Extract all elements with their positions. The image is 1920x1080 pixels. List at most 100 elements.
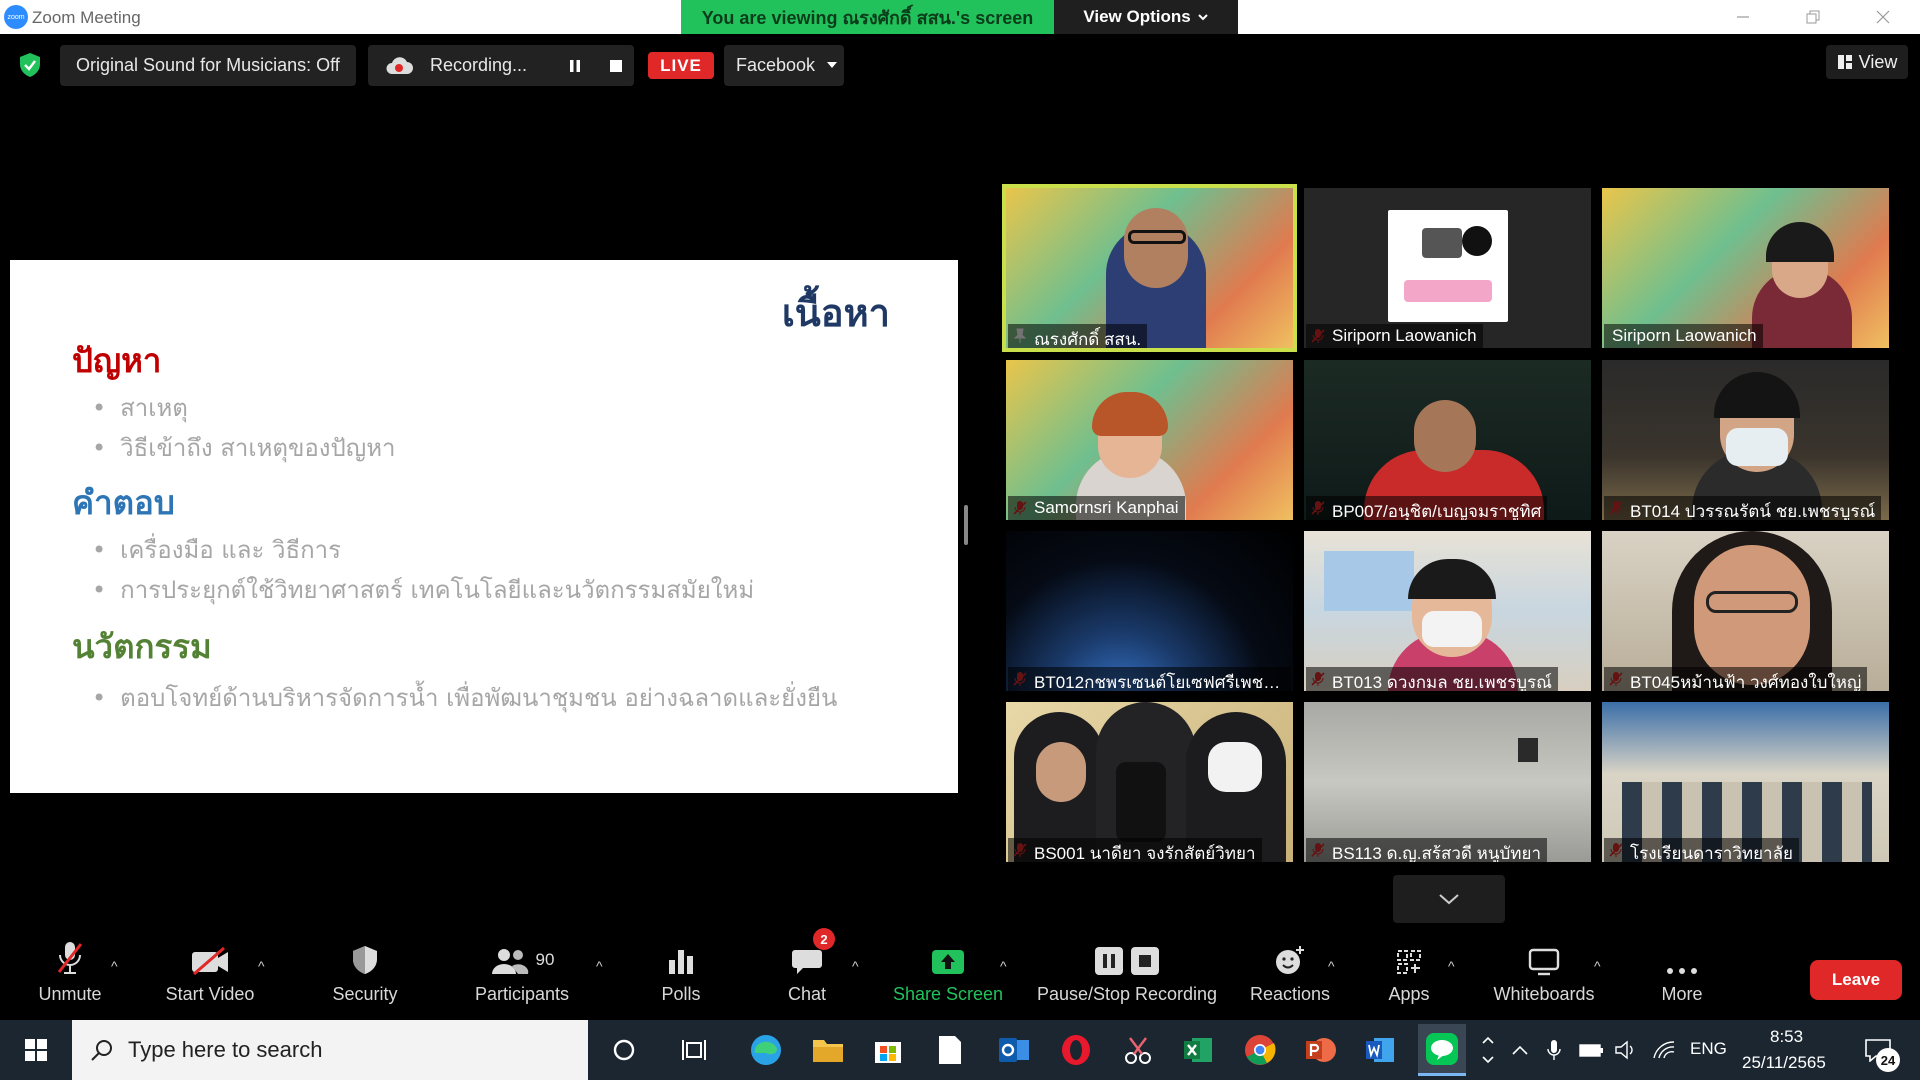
participant-name: Samornsri Kanphai <box>1008 496 1185 520</box>
livestream-target-dropdown[interactable]: Facebook <box>724 45 844 86</box>
edge-app[interactable] <box>746 1030 786 1070</box>
video-tile[interactable]: BT014 ปวรรณรัตน์ ชย.เพชรบูรณ์ <box>1602 360 1889 520</box>
pause-icon <box>570 59 580 72</box>
apps-options-caret-icon[interactable]: ^ <box>1448 958 1455 974</box>
window-title: Zoom Meeting <box>32 8 141 27</box>
participants-options-caret-icon[interactable]: ^ <box>596 958 603 974</box>
split-view-handle[interactable] <box>964 505 968 545</box>
video-tile[interactable]: Samornsri Kanphai <box>1006 360 1293 520</box>
chat-bubble-icon <box>792 950 822 974</box>
microphone-icon <box>1547 1040 1561 1060</box>
video-off-icon <box>192 946 228 976</box>
video-tile[interactable]: Siriporn Laowanich <box>1304 188 1591 348</box>
word-app[interactable] <box>1360 1030 1400 1070</box>
video-tile[interactable]: โรงเรียนดาราวิทยาลัย <box>1602 702 1889 862</box>
video-tile[interactable]: BP007/อนุชิต/เบญจมราชูทิศ <box>1304 360 1591 520</box>
original-sound-button[interactable]: Original Sound for Musicians: Off <box>60 45 356 86</box>
apps-icon <box>1397 950 1421 974</box>
video-options-caret-icon[interactable]: ^ <box>258 958 265 974</box>
document-icon <box>939 1036 961 1064</box>
whiteboards-button[interactable]: Whiteboards <box>1484 930 1604 1020</box>
pause-recording-button[interactable] <box>556 45 594 86</box>
video-tile[interactable]: Siriporn Laowanich <box>1602 188 1889 348</box>
more-dots-icon <box>1667 968 1697 974</box>
apps-button[interactable]: Apps <box>1374 930 1444 1020</box>
stop-recording-button[interactable] <box>598 45 634 86</box>
whiteboard-icon <box>1528 948 1560 976</box>
cloud-record-icon <box>386 56 413 74</box>
participant-name: ณรงศักดิ์ สสน. <box>1008 324 1148 348</box>
chat-options-caret-icon[interactable]: ^ <box>852 958 859 974</box>
participant-name: BT013 ดวงกมล ชย.เพชรบูรณ์ <box>1306 667 1558 691</box>
notepad-app[interactable] <box>930 1030 970 1070</box>
action-center-button[interactable]: 24 <box>1852 1030 1904 1072</box>
task-view-icon <box>682 1040 706 1060</box>
task-view-button[interactable] <box>674 1030 714 1070</box>
shared-screen-slide: เนื้อหา ปัญหา สาเหตุ วิธีเข้าถึง สาเหตุข… <box>10 260 958 793</box>
excel-app[interactable] <box>1178 1030 1218 1070</box>
minimize-button[interactable] <box>1718 2 1768 32</box>
view-options-button[interactable]: View Options <box>1054 0 1238 34</box>
slide-section-heading: ปัญหา <box>72 341 162 380</box>
encryption-shield-icon[interactable] <box>18 52 42 78</box>
security-button[interactable]: Security <box>322 930 408 1020</box>
clock-time[interactable]: 8:53 <box>1770 1027 1803 1047</box>
leave-button[interactable]: Leave <box>1810 960 1902 1000</box>
battery-tray-icon[interactable] <box>1574 1030 1610 1070</box>
live-badge[interactable]: LIVE <box>648 52 714 79</box>
video-tile[interactable]: BT012กชพรเซนต์โยเซฟศรีเพชร... <box>1006 531 1293 691</box>
start-button[interactable] <box>0 1020 72 1080</box>
view-layout-button[interactable]: View <box>1826 45 1908 79</box>
polls-button[interactable]: Polls <box>646 930 716 1020</box>
audio-options-caret-icon[interactable]: ^ <box>111 958 118 974</box>
share-screen-button[interactable]: Share Screen <box>888 930 1008 1020</box>
close-button[interactable] <box>1858 2 1908 32</box>
show-hidden-icons-button[interactable] <box>1500 1030 1540 1070</box>
video-tile[interactable]: BT045หม้านฟ้า วงศ์ทองใบใหญ่ <box>1602 531 1889 691</box>
chrome-app[interactable] <box>1240 1030 1280 1070</box>
microphone-muted-icon <box>57 942 83 974</box>
taskbar-search-input[interactable]: Type here to search <box>72 1020 588 1080</box>
participants-button[interactable]: 90 Participants <box>466 930 578 1020</box>
participant-name: BT045หม้านฟ้า วงศ์ทองใบใหญ่ <box>1604 667 1868 691</box>
security-shield-icon <box>353 946 377 974</box>
outlook-app[interactable] <box>994 1030 1034 1070</box>
chat-button[interactable]: 2 Chat <box>772 928 842 1020</box>
microsoft-store-app[interactable] <box>868 1030 908 1070</box>
clock-date[interactable]: 25/11/2565 <box>1742 1053 1826 1073</box>
whiteboards-label: Whiteboards <box>1493 984 1595 1004</box>
snipping-tool-app[interactable] <box>1118 1030 1158 1070</box>
recording-status: Recording... <box>368 45 634 86</box>
video-tile-active-speaker[interactable]: ณรงศักดิ์ สสน. <box>1002 184 1297 352</box>
start-video-button[interactable]: Start Video <box>160 930 260 1020</box>
more-button[interactable]: More <box>1646 930 1718 1020</box>
minimize-icon <box>1737 16 1749 18</box>
view-layout-label: View <box>1858 51 1898 72</box>
chevron-down-icon <box>1482 1056 1494 1064</box>
whiteboards-options-caret-icon[interactable]: ^ <box>1594 958 1601 974</box>
video-tile[interactable]: BS001 นาดียา จงรักสัตย์วิทยา <box>1006 702 1293 862</box>
apps-label: Apps <box>1388 984 1430 1004</box>
network-tray-icon[interactable] <box>1646 1030 1682 1070</box>
line-app[interactable] <box>1418 1024 1466 1076</box>
powerpoint-app[interactable] <box>1300 1030 1340 1070</box>
volume-tray-icon[interactable] <box>1608 1030 1644 1070</box>
gallery-next-page-button[interactable] <box>1393 875 1505 923</box>
video-tile[interactable]: BT013 ดวงกมล ชย.เพชรบูรณ์ <box>1304 531 1591 691</box>
opera-app[interactable] <box>1056 1030 1096 1070</box>
microphone-tray-icon[interactable] <box>1536 1030 1572 1070</box>
reactions-button[interactable]: Reactions <box>1244 930 1336 1020</box>
video-tile[interactable]: BS113 ด.ญ.สร้สวดี หนูบัทยา <box>1304 702 1591 862</box>
zoom-logo-icon: zoom <box>4 5 28 29</box>
share-options-caret-icon[interactable]: ^ <box>1000 958 1007 974</box>
search-icon <box>91 1040 112 1061</box>
restore-button[interactable] <box>1788 2 1838 32</box>
reactions-options-caret-icon[interactable]: ^ <box>1328 958 1335 974</box>
file-explorer-app[interactable] <box>808 1030 848 1070</box>
slide-section-heading: คำตอบ <box>72 483 175 522</box>
unmute-button[interactable]: Unmute <box>30 930 110 1020</box>
pause-stop-recording-button[interactable]: Pause/Stop Recording <box>1030 930 1224 1020</box>
participant-name: โรงเรียนดาราวิทยาลัย <box>1604 838 1799 862</box>
cortana-button[interactable] <box>604 1030 644 1070</box>
input-language-indicator[interactable]: ENG <box>1690 1039 1727 1059</box>
